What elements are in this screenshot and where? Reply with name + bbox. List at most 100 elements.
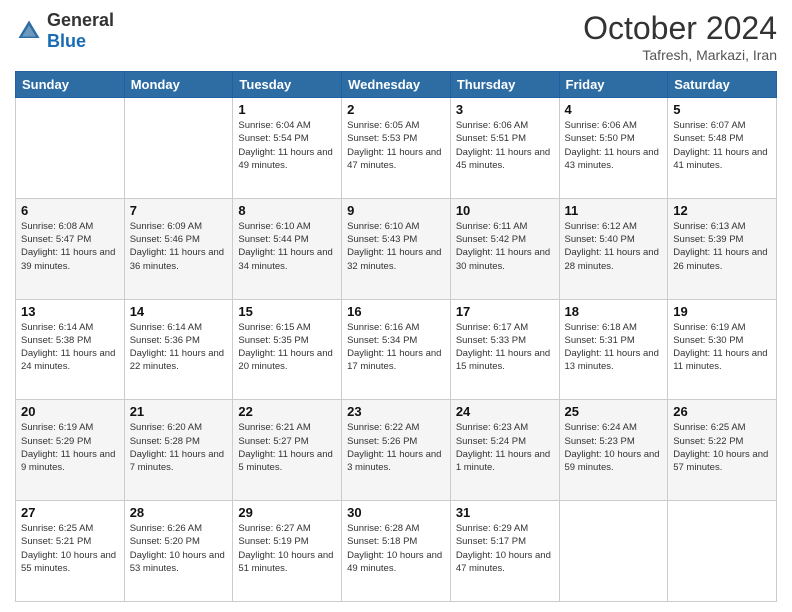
day-info: Sunrise: 6:06 AM Sunset: 5:50 PM Dayligh… [565,119,663,172]
day-number: 29 [238,505,336,520]
calendar-cell: 3 Sunrise: 6:06 AM Sunset: 5:51 PM Daylig… [450,98,559,199]
day-number: 6 [21,203,119,218]
day-number: 2 [347,102,445,117]
day-number: 3 [456,102,554,117]
day-number: 17 [456,304,554,319]
calendar-cell: 14 Sunrise: 6:14 AM Sunset: 5:36 PM Dayli… [124,299,233,400]
calendar-cell: 10 Sunrise: 6:11 AM Sunset: 5:42 PM Dayli… [450,198,559,299]
day-info: Sunrise: 6:23 AM Sunset: 5:24 PM Dayligh… [456,421,554,474]
day-number: 23 [347,404,445,419]
day-info: Sunrise: 6:20 AM Sunset: 5:28 PM Dayligh… [130,421,228,474]
day-number: 28 [130,505,228,520]
calendar-cell [16,98,125,199]
calendar-title: October 2024 [583,10,777,47]
day-info: Sunrise: 6:04 AM Sunset: 5:54 PM Dayligh… [238,119,336,172]
calendar-header-tuesday: Tuesday [233,72,342,98]
calendar-cell: 28 Sunrise: 6:26 AM Sunset: 5:20 PM Dayli… [124,501,233,602]
calendar-cell: 20 Sunrise: 6:19 AM Sunset: 5:29 PM Dayli… [16,400,125,501]
calendar-header-sunday: Sunday [16,72,125,98]
calendar-header-row: SundayMondayTuesdayWednesdayThursdayFrid… [16,72,777,98]
day-info: Sunrise: 6:29 AM Sunset: 5:17 PM Dayligh… [456,522,554,575]
day-info: Sunrise: 6:16 AM Sunset: 5:34 PM Dayligh… [347,321,445,374]
calendar-cell: 24Sunrise: 6:23 AM Sunset: 5:24 PM Dayli… [450,400,559,501]
day-info: Sunrise: 6:26 AM Sunset: 5:20 PM Dayligh… [130,522,228,575]
day-number: 7 [130,203,228,218]
calendar-cell: 17 Sunrise: 6:17 AM Sunset: 5:33 PM Dayli… [450,299,559,400]
day-number: 4 [565,102,663,117]
day-info: Sunrise: 6:09 AM Sunset: 5:46 PM Dayligh… [130,220,228,273]
logo-general: General [47,10,114,30]
day-number: 22 [238,404,336,419]
calendar-cell: 18 Sunrise: 6:18 AM Sunset: 5:31 PM Dayli… [559,299,668,400]
day-info: Sunrise: 6:24 AM Sunset: 5:23 PM Dayligh… [565,421,663,474]
day-info: Sunrise: 6:12 AM Sunset: 5:40 PM Dayligh… [565,220,663,273]
calendar-cell: 7 Sunrise: 6:09 AM Sunset: 5:46 PM Daylig… [124,198,233,299]
day-number: 15 [238,304,336,319]
day-number: 8 [238,203,336,218]
header: General Blue October 2024 Tafresh, Marka… [15,10,777,63]
calendar-cell: 31Sunrise: 6:29 AM Sunset: 5:17 PM Dayli… [450,501,559,602]
day-info: Sunrise: 6:18 AM Sunset: 5:31 PM Dayligh… [565,321,663,374]
calendar-cell [124,98,233,199]
day-info: Sunrise: 6:27 AM Sunset: 5:19 PM Dayligh… [238,522,336,575]
day-number: 25 [565,404,663,419]
day-info: Sunrise: 6:07 AM Sunset: 5:48 PM Dayligh… [673,119,771,172]
day-number: 30 [347,505,445,520]
logo-icon [15,17,43,45]
calendar-cell: 4 Sunrise: 6:06 AM Sunset: 5:50 PM Daylig… [559,98,668,199]
calendar-week-2: 6 Sunrise: 6:08 AM Sunset: 5:47 PM Daylig… [16,198,777,299]
calendar-cell: 23 Sunrise: 6:22 AM Sunset: 5:26 PM Dayli… [342,400,451,501]
day-number: 16 [347,304,445,319]
calendar-header-wednesday: Wednesday [342,72,451,98]
day-info: Sunrise: 6:17 AM Sunset: 5:33 PM Dayligh… [456,321,554,374]
day-info: Sunrise: 6:15 AM Sunset: 5:35 PM Dayligh… [238,321,336,374]
day-info: Sunrise: 6:11 AM Sunset: 5:42 PM Dayligh… [456,220,554,273]
day-info: Sunrise: 6:28 AM Sunset: 5:18 PM Dayligh… [347,522,445,575]
day-info: Sunrise: 6:06 AM Sunset: 5:51 PM Dayligh… [456,119,554,172]
calendar-header-monday: Monday [124,72,233,98]
calendar-cell: 27Sunrise: 6:25 AM Sunset: 5:21 PM Dayli… [16,501,125,602]
day-info: Sunrise: 6:25 AM Sunset: 5:22 PM Dayligh… [673,421,771,474]
day-number: 10 [456,203,554,218]
calendar-cell [668,501,777,602]
calendar-cell: 26 Sunrise: 6:25 AM Sunset: 5:22 PM Dayli… [668,400,777,501]
day-number: 12 [673,203,771,218]
day-info: Sunrise: 6:05 AM Sunset: 5:53 PM Dayligh… [347,119,445,172]
calendar-header-thursday: Thursday [450,72,559,98]
calendar-cell: 12 Sunrise: 6:13 AM Sunset: 5:39 PM Dayli… [668,198,777,299]
calendar-cell: 1Sunrise: 6:04 AM Sunset: 5:54 PM Daylig… [233,98,342,199]
calendar-table: SundayMondayTuesdayWednesdayThursdayFrid… [15,71,777,602]
calendar-cell: 19Sunrise: 6:19 AM Sunset: 5:30 PM Dayli… [668,299,777,400]
day-info: Sunrise: 6:13 AM Sunset: 5:39 PM Dayligh… [673,220,771,273]
calendar-cell: 25 Sunrise: 6:24 AM Sunset: 5:23 PM Dayli… [559,400,668,501]
day-number: 13 [21,304,119,319]
day-info: Sunrise: 6:14 AM Sunset: 5:36 PM Dayligh… [130,321,228,374]
calendar-cell [559,501,668,602]
calendar-header-friday: Friday [559,72,668,98]
day-number: 5 [673,102,771,117]
day-number: 26 [673,404,771,419]
day-number: 9 [347,203,445,218]
calendar-week-4: 20 Sunrise: 6:19 AM Sunset: 5:29 PM Dayli… [16,400,777,501]
day-info: Sunrise: 6:19 AM Sunset: 5:29 PM Dayligh… [21,421,119,474]
day-number: 18 [565,304,663,319]
day-number: 14 [130,304,228,319]
page: General Blue October 2024 Tafresh, Marka… [0,0,792,612]
calendar-location: Tafresh, Markazi, Iran [583,47,777,63]
logo-blue: Blue [47,31,86,51]
title-block: October 2024 Tafresh, Markazi, Iran [583,10,777,63]
day-number: 20 [21,404,119,419]
day-info: Sunrise: 6:25 AM Sunset: 5:21 PM Dayligh… [21,522,119,575]
calendar-cell: 11 Sunrise: 6:12 AM Sunset: 5:40 PM Dayli… [559,198,668,299]
day-info: Sunrise: 6:08 AM Sunset: 5:47 PM Dayligh… [21,220,119,273]
calendar-cell: 5 Sunrise: 6:07 AM Sunset: 5:48 PM Daylig… [668,98,777,199]
calendar-week-3: 13Sunrise: 6:14 AM Sunset: 5:38 PM Dayli… [16,299,777,400]
day-number: 21 [130,404,228,419]
calendar-cell: 9Sunrise: 6:10 AM Sunset: 5:43 PM Daylig… [342,198,451,299]
day-number: 11 [565,203,663,218]
calendar-week-1: 1Sunrise: 6:04 AM Sunset: 5:54 PM Daylig… [16,98,777,199]
day-info: Sunrise: 6:22 AM Sunset: 5:26 PM Dayligh… [347,421,445,474]
calendar-cell: 29 Sunrise: 6:27 AM Sunset: 5:19 PM Dayli… [233,501,342,602]
calendar-cell: 8Sunrise: 6:10 AM Sunset: 5:44 PM Daylig… [233,198,342,299]
day-info: Sunrise: 6:19 AM Sunset: 5:30 PM Dayligh… [673,321,771,374]
